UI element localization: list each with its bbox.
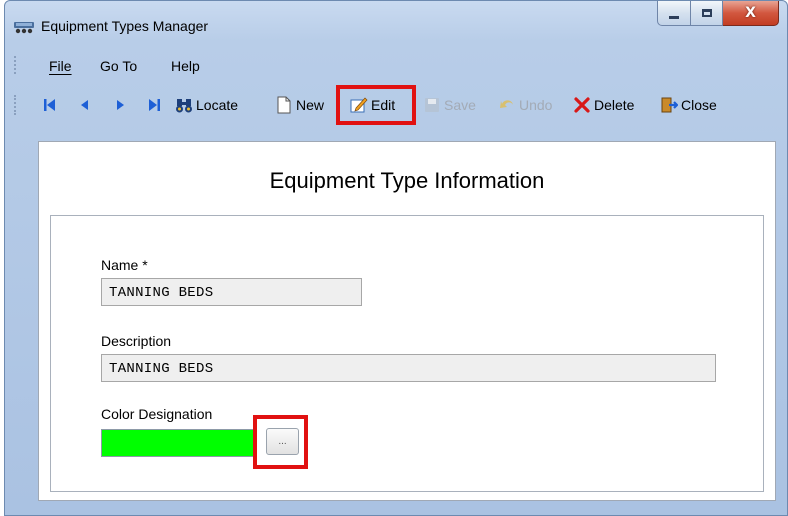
app-window: Equipment Types Manager X File Go To Hel… bbox=[4, 0, 788, 516]
name-field[interactable]: TANNING BEDS bbox=[101, 278, 362, 306]
locate-label: Locate bbox=[196, 97, 239, 113]
first-record-icon[interactable] bbox=[43, 97, 57, 113]
save-label: Save bbox=[444, 97, 476, 113]
window-controls: X bbox=[657, 1, 779, 28]
close-label: Close bbox=[681, 97, 717, 113]
menu-grip-icon bbox=[14, 56, 18, 74]
delete-label: Delete bbox=[594, 97, 635, 113]
title-bar[interactable]: Equipment Types Manager X bbox=[5, 1, 787, 47]
toolbar: Locate New Edit Save Undo Delete Close bbox=[5, 85, 787, 125]
description-field[interactable]: TANNING BEDS bbox=[101, 354, 716, 382]
binoculars-icon bbox=[176, 99, 192, 113]
maximize-button[interactable] bbox=[691, 1, 723, 26]
description-label: Description bbox=[101, 333, 172, 349]
undo-label: Undo bbox=[519, 97, 553, 113]
window-title: Equipment Types Manager bbox=[41, 18, 209, 34]
name-label: Name * bbox=[101, 257, 148, 273]
form-heading: Equipment Type Information bbox=[269, 168, 545, 193]
color-designation-label: Color Designation bbox=[101, 406, 213, 422]
save-button[interactable]: Save bbox=[423, 93, 476, 117]
new-document-icon bbox=[277, 96, 291, 114]
color-picker-highlight-box bbox=[253, 415, 308, 469]
menu-help-label: Help bbox=[171, 58, 200, 74]
new-button[interactable]: New bbox=[275, 93, 324, 117]
menu-file[interactable]: File bbox=[49, 58, 72, 74]
delete-button[interactable]: Delete bbox=[573, 93, 634, 117]
undo-button[interactable]: Undo bbox=[498, 93, 552, 117]
close-window-button[interactable]: X bbox=[723, 1, 779, 26]
menu-go-to-label: Go To bbox=[100, 58, 138, 74]
delete-x-icon bbox=[574, 97, 590, 113]
locate-button[interactable]: Locate bbox=[175, 93, 238, 117]
equipment-app-icon bbox=[14, 22, 34, 34]
menu-file-label: File bbox=[49, 58, 72, 74]
toolbar-grip-icon bbox=[14, 95, 18, 115]
form-panel: Equipment Type Information Name * TANNIN… bbox=[38, 141, 776, 501]
edit-highlight-box bbox=[336, 85, 416, 125]
form-fields-group: Name * TANNING BEDS Description TANNING … bbox=[50, 215, 764, 492]
undo-icon bbox=[500, 100, 513, 108]
close-icon: X bbox=[745, 5, 756, 21]
menu-go-to[interactable]: Go To bbox=[100, 58, 137, 74]
previous-record-icon[interactable] bbox=[78, 97, 92, 113]
save-disk-icon bbox=[425, 98, 439, 112]
next-record-icon[interactable] bbox=[113, 97, 127, 113]
menu-help[interactable]: Help bbox=[171, 58, 200, 74]
color-swatch bbox=[101, 429, 257, 457]
close-button[interactable]: Close bbox=[660, 93, 717, 117]
minimize-icon bbox=[669, 15, 679, 19]
maximize-icon bbox=[701, 9, 712, 17]
last-record-icon[interactable] bbox=[147, 97, 161, 113]
minimize-button[interactable] bbox=[657, 1, 691, 26]
new-label: New bbox=[296, 97, 325, 113]
exit-door-icon bbox=[661, 97, 678, 113]
menu-bar: File Go To Help bbox=[5, 53, 787, 79]
